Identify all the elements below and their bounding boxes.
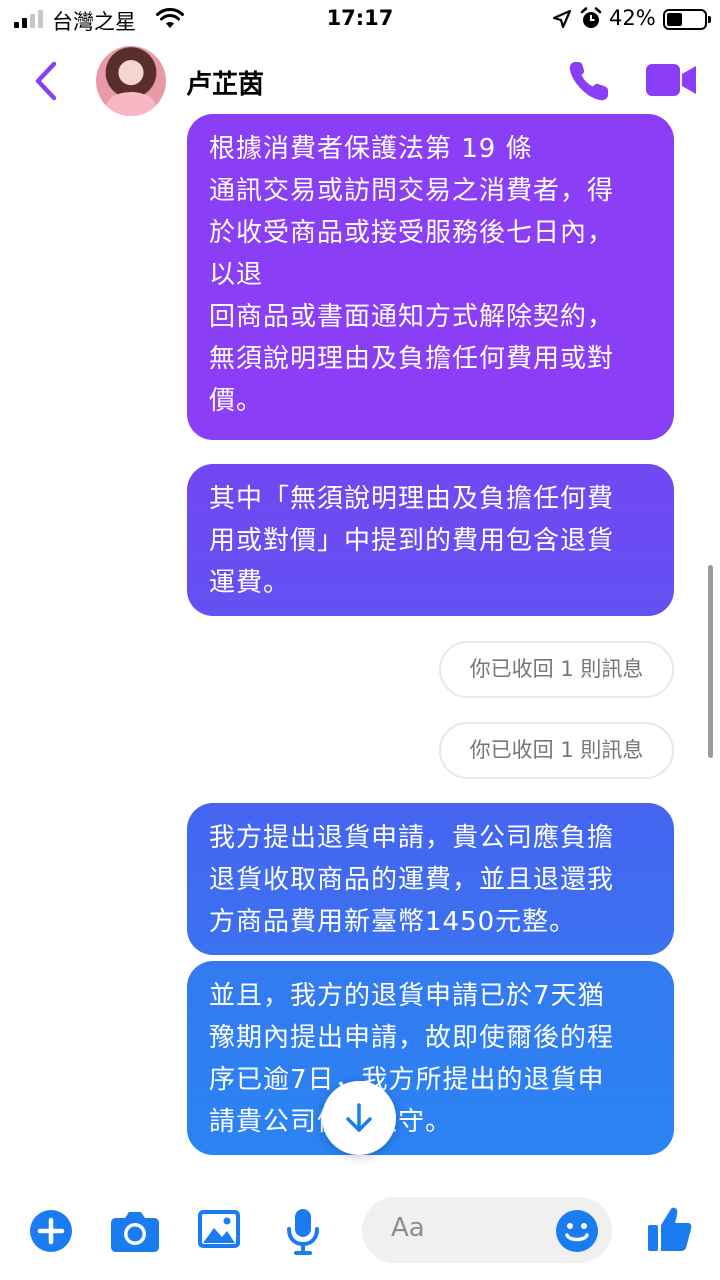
thumbs-up-icon[interactable] [647, 1205, 693, 1253]
message-line: 請貴公司仍應遵守。 [209, 1101, 652, 1143]
message-line: 於收受商品或接受服務後七日內， [209, 218, 615, 248]
message-line: 退貨收取商品的運費，並且退還我 [209, 865, 615, 895]
smiley-icon[interactable] [555, 1209, 599, 1253]
recalled-message-notice[interactable]: 你已收回 1 則訊息 [439, 722, 674, 779]
message-input-placeholder: Aa [391, 1213, 425, 1243]
alarm-clock-icon [580, 7, 602, 28]
message-line: 其中「無須說明理由及負擔任何費 [209, 484, 615, 514]
message-line: 通訊交易或訪問交易之消費者，得 [209, 176, 615, 206]
message-bubble[interactable]: 根據消費者保護法第 19 條 通訊交易或訪問交易之消費者，得 於收受商品或接受服… [187, 114, 674, 440]
message-line: 根據消費者保護法第 19 條 [209, 134, 533, 164]
message-line: 無須說明理由及負擔任何費用或對 [209, 344, 615, 374]
battery-percent: 42% [609, 6, 656, 30]
message-line: 用或對價」中提到的費用包含退貨 [209, 526, 615, 556]
message-line: 方商品費用新臺幣1450元整。 [209, 907, 577, 937]
message-bubble[interactable]: 其中「無須說明理由及負擔任何費 用或對價」中提到的費用包含退貨 運費。 [187, 464, 674, 616]
message-line: 並且，我方的退貨申請已於7天猶 [209, 981, 605, 1011]
avatar[interactable] [96, 46, 166, 116]
message-line: 價。 [209, 386, 264, 416]
video-camera-icon[interactable] [644, 62, 698, 98]
phone-icon[interactable] [566, 58, 612, 104]
message-bubble[interactable]: 我方提出退貨申請，貴公司應負擔 退貨收取商品的運費，並且退還我 方商品費用新臺幣… [187, 803, 674, 955]
message-line: 運費。 [209, 568, 291, 598]
message-line: 以退 [209, 260, 264, 290]
location-arrow-icon [552, 9, 572, 29]
message-line: 序已逾7日，我方所提出的退貨申 [209, 1065, 605, 1095]
scrollbar[interactable] [708, 565, 713, 758]
microphone-icon[interactable] [286, 1207, 320, 1257]
message-line: 回商品或書面通知方式解除契約， [209, 302, 615, 332]
arrow-down-icon [346, 1103, 372, 1132]
message-line: 豫期內提出申請，故即使爾後的程 [209, 1023, 615, 1053]
chat-header: 卢芷茵 [0, 40, 720, 124]
recalled-message-notice[interactable]: 你已收回 1 則訊息 [439, 641, 674, 698]
message-line: 我方提出退貨申請，貴公司應負擔 [209, 823, 615, 853]
contact-name[interactable]: 卢芷茵 [186, 64, 264, 101]
camera-icon[interactable] [110, 1209, 160, 1253]
battery-icon [663, 9, 711, 30]
message-input[interactable]: Aa [362, 1197, 612, 1263]
scroll-to-bottom-button[interactable] [322, 1081, 396, 1155]
status-bar: 台灣之星 17:17 42% [0, 0, 720, 40]
chevron-left-icon[interactable] [32, 60, 60, 102]
message-composer: Aa [0, 1185, 720, 1280]
image-icon[interactable] [197, 1209, 241, 1251]
message-bubble[interactable]: 並且，我方的退貨申請已於7天猶 豫期內提出申請，故即使爾後的程 序已逾7日，我方… [187, 961, 674, 1155]
plus-circle-icon[interactable] [29, 1209, 73, 1253]
